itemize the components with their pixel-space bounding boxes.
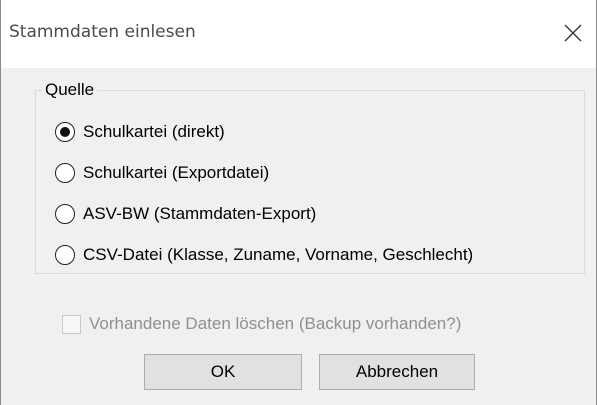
radio-button[interactable]	[55, 163, 75, 183]
radio-option-schulkartei-export[interactable]: Schulkartei (Exportdatei)	[55, 159, 269, 187]
radio-button[interactable]	[55, 245, 75, 265]
radio-option-schulkartei-direkt[interactable]: Schulkartei (direkt)	[55, 118, 225, 146]
ok-button[interactable]: OK	[144, 354, 302, 390]
radio-option-asv-bw[interactable]: ASV-BW (Stammdaten-Export)	[55, 200, 316, 228]
radio-button[interactable]	[55, 204, 75, 224]
close-icon	[564, 24, 582, 42]
cancel-button[interactable]: Abbrechen	[319, 354, 475, 390]
delete-data-checkbox[interactable]	[62, 314, 81, 334]
dialog-window: Stammdaten einlesen Quelle Schulkartei (…	[0, 0, 597, 405]
close-button[interactable]	[550, 8, 596, 58]
delete-data-label: Vorhandene Daten löschen (Backup vorhand…	[89, 314, 462, 333]
radio-option-csv-datei[interactable]: CSV-Datei (Klasse, Zuname, Vorname, Gesc…	[55, 241, 473, 269]
dialog-body: Quelle Schulkartei (direkt) Schulkartei …	[1, 68, 596, 405]
delete-data-option[interactable]: Vorhandene Daten löschen (Backup vorhand…	[62, 310, 461, 338]
radio-label: CSV-Datei (Klasse, Zuname, Vorname, Gesc…	[83, 245, 474, 264]
title-bar: Stammdaten einlesen	[1, 0, 596, 68]
window-title: Stammdaten einlesen	[9, 22, 196, 42]
source-groupbox: Quelle Schulkartei (direkt) Schulkartei …	[35, 80, 585, 274]
radio-label: Schulkartei (Exportdatei)	[83, 163, 270, 182]
radio-button[interactable]	[55, 122, 75, 142]
radio-label: ASV-BW (Stammdaten-Export)	[83, 204, 317, 223]
radio-label: Schulkartei (direkt)	[83, 122, 225, 141]
source-group-legend: Quelle	[42, 80, 98, 100]
